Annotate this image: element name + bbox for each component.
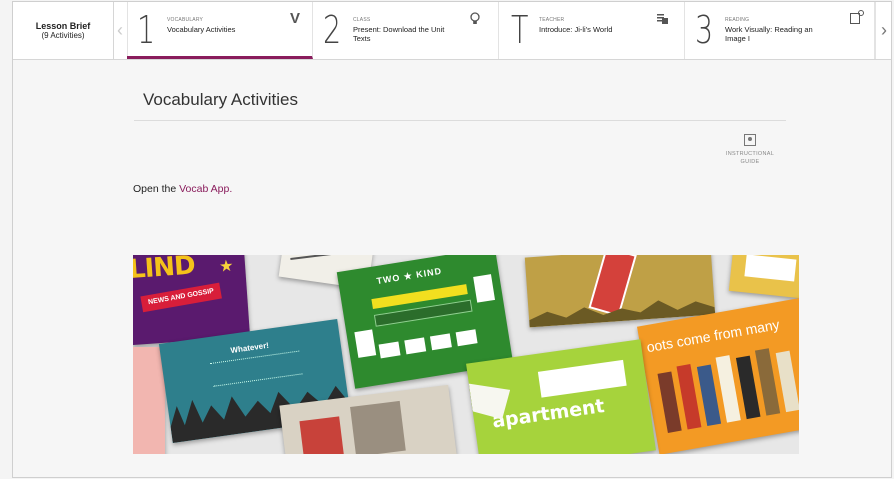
app-frame: Lesson Brief (9 Activities) ‹ 1 VOCABULA… (12, 1, 892, 478)
edit-icon (850, 10, 864, 27)
step-category: VOCABULARY (167, 17, 204, 23)
step-category: TEACHER (539, 17, 565, 23)
nav-next-button[interactable]: › (875, 2, 891, 59)
step-teacher[interactable]: T TEACHER Introduce: Ji-li's World (499, 2, 685, 59)
guide-icon (744, 134, 756, 146)
roots-card: oots come from many (637, 297, 799, 454)
divider (134, 120, 786, 121)
step-reading[interactable]: 3 READING Work Visually: Reading an Imag… (685, 2, 875, 59)
news-gossip-card: LIND NEWS AND GOSSIP ★ (133, 255, 251, 346)
step-number: 1 (137, 8, 156, 52)
lesson-brief-count: (9 Activities) (41, 30, 85, 40)
two-kind-title: TWO ★ KIND (375, 265, 443, 287)
whatever-title: Whatever! (229, 340, 270, 356)
instructional-guide-label: INSTRUCTIONAL GUIDE (725, 151, 775, 165)
step-class[interactable]: 2 CLASS Present: Download the Unit Texts (313, 2, 499, 59)
lightbulb-icon (470, 12, 480, 29)
step-title: Work Visually: Reading an Image I (725, 25, 813, 43)
vocabulary-v-icon: V (289, 10, 300, 27)
open-prefix: Open the (133, 183, 180, 195)
instructional-guide-button[interactable]: INSTRUCTIONAL GUIDE (721, 134, 779, 166)
step-vocabulary[interactable]: 1 VOCABULARY Vocabulary Activities V (127, 2, 313, 59)
step-category: READING (725, 17, 750, 23)
open-instruction: Open the Vocab App. (133, 183, 232, 195)
apartment-word: apartment (490, 395, 606, 433)
step-category: CLASS (353, 17, 371, 23)
step-number: 3 (695, 8, 714, 52)
pink-card (133, 347, 165, 454)
step-title: Vocabulary Activities (167, 25, 236, 34)
lesson-brief-title: Lesson Brief (35, 20, 91, 31)
chevron-right-icon: › (881, 20, 887, 40)
step-number: 2 (323, 8, 342, 52)
step-number: T (511, 8, 529, 52)
olive-card (524, 255, 716, 328)
page-title: Vocabulary Activities (143, 90, 298, 109)
activity-nav: Lesson Brief (9 Activities) ‹ 1 VOCABULA… (13, 2, 891, 60)
step-title: Introduce: Ji-li's World (539, 25, 613, 34)
vocab-app-preview-image[interactable]: LIND NEWS AND GOSSIP ★ Whatever! TWO ★ K… (133, 255, 799, 454)
yellow-card (728, 255, 799, 300)
news-banner: NEWS AND GOSSIP (140, 282, 222, 313)
nav-prev-button[interactable]: ‹ (113, 2, 128, 59)
vocab-app-link[interactable]: Vocab App. (179, 183, 232, 195)
notes-icon (657, 12, 668, 28)
lindy-logo-art: LIND (133, 255, 196, 286)
star-icon: ★ (218, 257, 235, 276)
step-title: Present: Download the Unit Texts (353, 25, 445, 43)
lesson-brief-button[interactable]: Lesson Brief (9 Activities) (13, 2, 114, 59)
chevron-left-icon: ‹ (117, 20, 123, 40)
